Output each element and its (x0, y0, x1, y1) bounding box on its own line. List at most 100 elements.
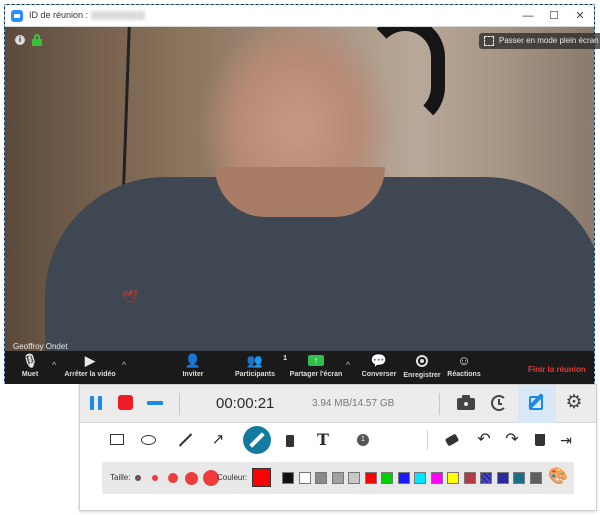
chat-bubble-icon: 💬 (370, 353, 388, 368)
color-swatch[interactable] (282, 472, 294, 484)
size-option-2[interactable] (152, 475, 158, 481)
pen-icon[interactable] (243, 426, 271, 454)
current-color-swatch[interactable] (252, 468, 271, 487)
microphone-icon: 🎙 (21, 353, 39, 368)
color-swatch[interactable] (480, 472, 492, 484)
fullscreen-icon (484, 36, 494, 46)
meeting-id-redacted (91, 11, 145, 20)
headphones (365, 27, 445, 127)
title-bar: ID de réunion : — ☐ ✕ (5, 5, 594, 27)
pause-button[interactable] (90, 396, 102, 410)
palette-icon[interactable]: 🎨 (548, 468, 568, 486)
line-icon[interactable] (174, 429, 196, 451)
participants-label: Participants (234, 371, 276, 378)
color-swatch[interactable] (315, 472, 327, 484)
recorder-annotation-toolbar: 00:00:21 3.94 MB/14.57 GB ⚙ ↗ T 1 ↶ ↷ ⇥ … (79, 384, 597, 511)
camera-icon[interactable] (457, 394, 475, 410)
video-options-chevron-icon[interactable]: ^ (122, 360, 126, 370)
stop-button[interactable] (118, 395, 133, 410)
video-feed: 🕊 (5, 27, 594, 351)
participants-button[interactable]: 👥 1 Participants (229, 353, 287, 379)
minimize-window-button[interactable]: — (516, 7, 540, 25)
reactions-button[interactable]: ☺ Réactions (445, 353, 483, 379)
divider (439, 393, 440, 415)
stop-video-button[interactable]: ▶ Arrêter la vidéo (58, 353, 122, 379)
drawing-tools-row: ↗ T 1 ↶ ↷ ⇥ (80, 423, 596, 457)
color-swatch[interactable] (397, 472, 410, 484)
neck (215, 167, 385, 217)
size-option-3[interactable] (168, 473, 178, 483)
rectangle-icon[interactable] (106, 429, 128, 451)
color-swatch[interactable] (513, 472, 525, 484)
record-label: Enregistrer (403, 372, 441, 379)
reactions-label: Réactions (447, 371, 481, 378)
zoom-logo-icon (11, 10, 23, 22)
mute-label: Muet (21, 371, 39, 378)
participants-icon: 👥 1 (246, 353, 287, 368)
marker-icon[interactable] (279, 429, 301, 451)
annotate-icon[interactable] (518, 385, 556, 423)
chat-button[interactable]: 💬 Converser (359, 353, 399, 379)
divider (179, 393, 180, 415)
video-camera-icon: ▶ (85, 353, 95, 368)
recording-timer: 00:00:21 (216, 395, 275, 412)
lock-icon[interactable] (32, 34, 42, 46)
ellipse-icon[interactable] (137, 429, 159, 451)
arrow-icon[interactable]: ↗ (207, 429, 229, 451)
end-meeting-button[interactable]: Finir la réunion (528, 365, 586, 374)
add-user-icon: 👤 (184, 353, 202, 368)
fullscreen-label: Passer en mode plein écran (499, 36, 599, 45)
redo-icon[interactable]: ↷ (501, 429, 523, 451)
exit-icon[interactable]: ⇥ (555, 429, 577, 451)
text-icon[interactable]: T (312, 429, 334, 451)
color-swatch[interactable] (381, 472, 393, 484)
size-option-4[interactable] (185, 472, 198, 485)
invite-label: Inviter (182, 371, 204, 378)
gear-icon[interactable]: ⚙ (564, 393, 584, 413)
size-option-1[interactable] (135, 475, 141, 481)
meeting-info-icon[interactable]: i (15, 35, 25, 45)
style-options-row: Taille: Couleur: 🎨 (102, 462, 574, 494)
color-swatch[interactable] (348, 472, 360, 484)
close-window-button[interactable]: ✕ (568, 7, 592, 25)
mute-button[interactable]: 🎙 Muet (15, 353, 45, 379)
maximize-window-button[interactable]: ☐ (542, 7, 566, 25)
recorder-control-bar: 00:00:21 3.94 MB/14.57 GB ⚙ (80, 385, 596, 423)
share-options-chevron-icon[interactable]: ^ (346, 360, 350, 370)
size-label: Taille: (110, 473, 131, 482)
smiley-icon: ☺ (457, 353, 471, 368)
minimize-icon[interactable] (147, 401, 163, 405)
color-swatch[interactable] (298, 472, 311, 484)
audio-options-chevron-icon[interactable]: ^ (52, 360, 56, 370)
participant-name: Geoffroy Ondet (13, 342, 68, 351)
color-swatch[interactable] (496, 472, 509, 484)
stop-video-label: Arrêter la vidéo (64, 371, 116, 378)
schedule-icon[interactable] (489, 393, 509, 413)
color-swatch[interactable] (430, 472, 443, 484)
share-screen-icon: ↑ (308, 355, 324, 366)
invite-button[interactable]: 👤 Inviter (175, 353, 211, 379)
fullscreen-button[interactable]: Passer en mode plein écran (479, 33, 600, 49)
trash-icon[interactable] (529, 429, 551, 451)
window-title: ID de réunion : (29, 10, 89, 20)
share-screen-button[interactable]: ↑ Partager l'écran (286, 354, 346, 378)
undo-icon[interactable]: ↶ (473, 429, 495, 451)
color-swatch[interactable] (463, 472, 476, 484)
color-label: Couleur: (217, 473, 248, 482)
color-swatch[interactable] (331, 472, 344, 484)
color-swatch[interactable] (447, 472, 459, 484)
step-icon[interactable]: 1 (352, 429, 374, 451)
eraser-icon[interactable] (441, 429, 463, 451)
record-button[interactable]: Enregistrer (401, 354, 443, 379)
color-swatch[interactable] (364, 472, 377, 484)
color-swatch[interactable] (414, 472, 426, 484)
zoom-meeting-window: ID de réunion : — ☐ ✕ 🕊 i Passer en mode… (4, 4, 600, 384)
meeting-controls-bar: 🎙 Muet ^ ▶ Arrêter la vidéo ^ 👤 Inviter … (5, 351, 594, 384)
file-size-readout: 3.94 MB/14.57 GB (312, 398, 395, 409)
shirt-logo-icon: 🕊 (122, 289, 139, 304)
color-swatch[interactable] (529, 472, 542, 484)
chat-label: Converser (361, 371, 397, 378)
record-icon (416, 355, 428, 367)
share-screen-label: Partager l'écran (289, 371, 343, 378)
divider (427, 430, 428, 450)
